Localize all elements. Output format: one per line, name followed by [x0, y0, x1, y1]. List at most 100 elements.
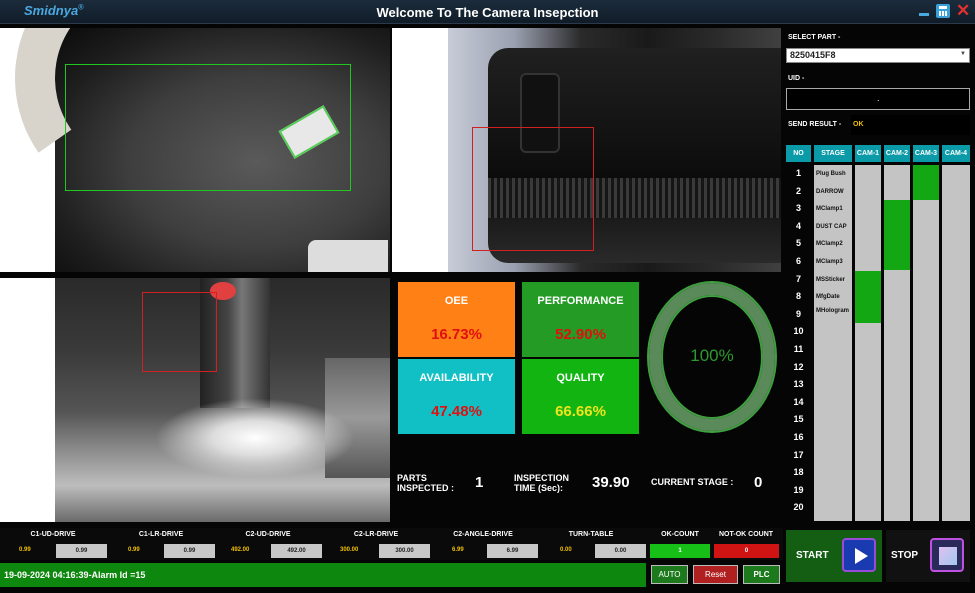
parts-inspected-label: PARTS INSPECTED :: [397, 473, 455, 493]
availability-value: 47.48%: [431, 403, 482, 420]
drive-label-c2-lr: C2-LR-DRIVE: [353, 531, 399, 538]
cam-3-status-column: [913, 165, 939, 521]
camera-3-image: [55, 278, 390, 522]
window-title: Welcome To The Camera Insepction: [376, 5, 599, 20]
row-number: 12: [793, 361, 804, 372]
select-part-dropdown[interactable]: 8250415F8 ▼: [786, 48, 970, 63]
row-number: 20: [793, 502, 804, 513]
drive-input-c2-ud[interactable]: 492.00: [271, 544, 322, 558]
oee-label: OEE: [444, 295, 469, 307]
close-icon[interactable]: ✕: [956, 2, 970, 19]
alarm-status-bar: 19-09-2024 04:16:39-Alarm Id =15: [0, 563, 646, 587]
drive-input-c2-angle[interactable]: 6.99: [487, 544, 538, 558]
start-button[interactable]: START: [786, 530, 882, 582]
header-cam-2: CAM-2: [884, 145, 910, 162]
cam-2-status-column: [884, 165, 910, 521]
row-number: 4: [795, 220, 801, 231]
drive-value-c1-lr: 0.99: [128, 547, 140, 553]
uid-value: .: [877, 93, 880, 103]
drive-label-c2-ud: C2-UD-DRIVE: [245, 531, 291, 538]
oee-value: 16.73%: [431, 326, 482, 343]
plc-button[interactable]: PLC: [743, 565, 780, 584]
drive-label-turn-table: TURN-TABLE: [568, 531, 614, 538]
progress-gauge: 100%: [647, 280, 777, 434]
drive-input-c1-ud[interactable]: 0.99: [56, 544, 107, 558]
reset-button[interactable]: Reset: [693, 565, 738, 584]
drive-label-c1-ud: C1-UD-DRIVE: [30, 531, 76, 538]
ok-count-value: 1: [650, 544, 710, 558]
stage-cell: Plug Bush: [816, 171, 846, 177]
not-ok-count-label: NOT-OK COUNT: [718, 531, 774, 538]
stage-cell: DARROW: [816, 188, 844, 195]
select-part-label: SELECT PART -: [788, 34, 841, 41]
row-number: 5: [795, 238, 801, 249]
availability-tile: AVAILABILITY 47.48%: [398, 359, 515, 434]
select-part-value: 8250415F8: [790, 50, 836, 60]
row-number: 14: [793, 396, 804, 407]
row-number: 9: [795, 308, 801, 319]
row-number: 16: [793, 431, 804, 442]
stage-cell: MClamp1: [816, 206, 843, 213]
light-glare: [155, 398, 355, 478]
parts-inspected-value: 1: [475, 474, 484, 491]
inspection-time-label: INSPECTION TIME (Sec):: [514, 473, 570, 493]
header-cam-3: CAM-3: [913, 145, 939, 162]
performance-label: PERFORMANCE: [537, 295, 624, 307]
row-number: 7: [795, 273, 801, 284]
start-label: START: [796, 550, 829, 561]
label-corner: [308, 240, 388, 272]
drive-value-c2-angle: 6.99: [452, 547, 464, 553]
cam-4-status-column: [942, 165, 970, 521]
cam-1-pass-block: [855, 271, 881, 323]
row-number: 17: [793, 449, 804, 460]
camera-inspection-window: Smidnya® Welcome To The Camera Insepctio…: [0, 0, 975, 593]
auto-button[interactable]: AUTO: [651, 565, 688, 584]
drive-value-c2-ud: 492.00: [231, 547, 250, 553]
row-number-column: 1 2 3 4 5 6 7 8 9 10 11 12 13 14 15 16 1…: [786, 165, 811, 517]
drive-panel: C1-UD-DRIVE 0.99 0.99 C1-LR-DRIVE 0.99 0…: [0, 528, 783, 560]
minimize-icon[interactable]: [917, 4, 931, 18]
play-icon: [842, 538, 876, 572]
current-stage-label: CURRENT STAGE :: [651, 477, 734, 487]
chevron-down-icon: ▼: [960, 51, 966, 57]
inspection-time-value: 39.90: [592, 474, 630, 491]
row-number: 2: [795, 185, 801, 196]
stage-cell: MClamp3: [816, 258, 843, 265]
camera-1-view: [0, 28, 390, 272]
row-number: 10: [793, 326, 804, 337]
quality-value: 66.66%: [555, 403, 606, 420]
send-result-label: SEND RESULT -: [788, 121, 842, 128]
stage-cell: MfgDate: [816, 294, 840, 301]
header-no: NO: [786, 145, 811, 162]
camera-3-view: [0, 278, 390, 522]
send-result-value: OK: [851, 115, 970, 135]
ok-count-label: OK-COUNT: [661, 531, 699, 538]
camera-2-view: [392, 28, 781, 272]
performance-value: 52.90%: [555, 326, 606, 343]
performance-tile: PERFORMANCE 52.90%: [522, 282, 639, 357]
drive-label-c1-lr: C1-LR-DRIVE: [138, 531, 184, 538]
row-number: 11: [793, 343, 804, 354]
stop-button[interactable]: STOP: [886, 530, 970, 582]
stage-cell: MClamp2: [816, 241, 843, 248]
title-bar: Smidnya® Welcome To The Camera Insepctio…: [0, 0, 975, 24]
not-ok-count-value: 0: [714, 544, 779, 558]
drive-value-c1-ud: 0.99: [19, 547, 31, 553]
camera-1-roi-box: [65, 64, 351, 191]
quality-label: QUALITY: [556, 372, 605, 384]
drive-input-turn-table[interactable]: 0.00: [595, 544, 646, 558]
header-stage: STAGE: [814, 145, 852, 162]
drive-input-c2-lr[interactable]: 300.00: [379, 544, 430, 558]
uid-field[interactable]: .: [786, 88, 970, 110]
cam-2-pass-block: [884, 200, 910, 270]
gauge-value: 100%: [690, 346, 734, 365]
row-number: 8: [795, 291, 801, 302]
stage-cell: MHologram: [816, 307, 849, 314]
drive-value-c2-lr: 300.00: [340, 547, 359, 553]
row-number: 6: [795, 255, 801, 266]
uid-label: UID -: [788, 75, 805, 82]
calculator-icon[interactable]: [936, 4, 950, 18]
row-number: 13: [793, 379, 804, 390]
row-number: 19: [793, 484, 804, 495]
drive-input-c1-lr[interactable]: 0.99: [164, 544, 215, 558]
